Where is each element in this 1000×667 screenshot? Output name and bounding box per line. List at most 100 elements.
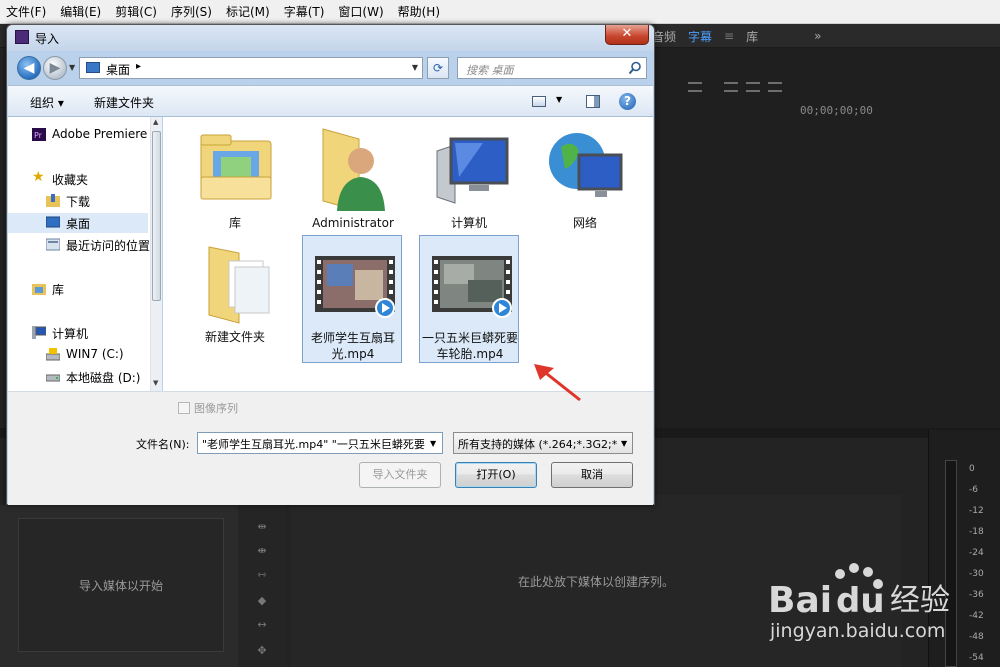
track-select-icon[interactable]: ⇹	[254, 521, 270, 533]
tab-menu-icon[interactable]: ≡	[724, 29, 734, 43]
title-tools	[660, 78, 1000, 126]
timeline-drop-hint: 在此处放下媒体以创建序列。	[517, 574, 674, 589]
image-sequence-label: 图像序列	[194, 402, 238, 415]
slide-icon[interactable]: ✥	[254, 645, 270, 657]
video-file-icon	[432, 256, 512, 318]
filename-dropdown-icon[interactable]: ▼	[430, 439, 436, 448]
import-media-dropzone[interactable]: 导入媒体以开始	[18, 518, 224, 652]
dialog-titlebar[interactable]: 导入 ✕	[7, 25, 654, 51]
scroll-up-icon[interactable]: ▲	[153, 118, 158, 126]
file-name: 一只五米巨蟒死要车轮胎.mp4	[422, 331, 519, 361]
nav-item-drive-d[interactable]: 本地磁盘 (D:)	[8, 367, 148, 387]
leading-icon[interactable]	[688, 82, 702, 92]
navigation-scrollbar[interactable]: ▲ ▼	[150, 117, 162, 391]
tools-panel: ⇹ ⇼ ⇿ ◆ ↔ ✥	[238, 505, 286, 667]
nav-item-downloads[interactable]: 下载	[8, 191, 148, 211]
address-dropdown-icon[interactable]: ▼	[412, 63, 418, 72]
file-name: 老师学生互扇耳光.mp4	[310, 331, 395, 361]
align-center-icon[interactable]	[746, 82, 760, 92]
address-bar[interactable]: 桌面 ▸ ▼	[79, 57, 423, 79]
red-arrow-annotation	[534, 364, 581, 402]
close-button[interactable]: ✕	[605, 25, 649, 45]
computer-icon	[32, 326, 46, 339]
nav-item-favorites[interactable]: ★ 收藏夹	[8, 169, 148, 189]
nav-item-adobe-premiere[interactable]: Pr Adobe Premiere	[8, 125, 148, 145]
change-view-icon[interactable]	[532, 96, 546, 107]
tab-overflow-icon[interactable]: »	[814, 29, 821, 43]
file-item-administrator[interactable]: Administrator	[303, 121, 403, 249]
timecode-display: 00;00;00;00	[800, 104, 873, 117]
import-folder-button[interactable]: 导入文件夹	[359, 462, 441, 488]
razor-icon[interactable]: ◆	[254, 595, 270, 607]
svg-text:du: du	[836, 581, 885, 620]
svg-text:Pr: Pr	[34, 131, 43, 140]
watermark-url: jingyan.baidu.com	[770, 620, 946, 642]
meter-tick: -18	[969, 527, 984, 537]
file-item-new-folder[interactable]: 新建文件夹	[185, 235, 285, 363]
search-icon[interactable]	[628, 61, 642, 75]
system-drive-icon	[46, 348, 60, 361]
file-name: Administrator	[312, 216, 394, 230]
new-folder-button[interactable]: 新建文件夹	[94, 94, 154, 111]
refresh-icon[interactable]: ⟳	[427, 57, 449, 79]
search-placeholder: 搜索 桌面	[466, 64, 514, 77]
scroll-down-icon[interactable]: ▼	[153, 379, 158, 387]
tab-titles[interactable]: 字幕	[688, 28, 712, 45]
organize-button[interactable]: 组织 ▾	[30, 94, 64, 111]
filename-input[interactable]: "老师学生互扇耳光.mp4" "一只五米巨蟒死要	[197, 432, 443, 454]
rate-stretch-icon[interactable]: ⇿	[254, 569, 270, 581]
panel-tabs: 音频 字幕 ≡ 库 »	[640, 24, 1000, 48]
history-dropdown-icon[interactable]: ▼	[69, 63, 75, 72]
menu-help[interactable]: 帮助(H)	[398, 3, 440, 20]
slip-icon[interactable]: ↔	[254, 619, 270, 631]
file-item-libraries[interactable]: 库	[185, 121, 285, 249]
user-folder-icon	[322, 128, 385, 211]
view-dropdown-icon[interactable]: ▼	[556, 95, 562, 104]
meter-tick: -54	[969, 653, 984, 663]
menu-sequence[interactable]: 序列(S)	[171, 3, 212, 20]
preview-pane-icon[interactable]	[586, 95, 600, 108]
filter-dropdown-icon[interactable]: ▼	[621, 439, 627, 448]
scrollbar-thumb[interactable]	[152, 131, 161, 301]
open-button[interactable]: 打开(O)	[455, 462, 537, 488]
menu-marker[interactable]: 标记(M)	[226, 3, 270, 20]
nav-item-recent-places[interactable]: 最近访问的位置	[8, 235, 150, 255]
meter-tick: -48	[969, 632, 984, 642]
ripple-edit-icon[interactable]: ⇼	[254, 545, 270, 557]
back-arrow-icon[interactable]: ◀	[17, 56, 41, 80]
tab-library[interactable]: 库	[746, 28, 758, 45]
nav-item-drive-c[interactable]: WIN7 (C:)	[8, 345, 148, 365]
menu-window[interactable]: 窗口(W)	[338, 3, 383, 20]
menu-clip[interactable]: 剪辑(C)	[115, 3, 157, 20]
align-left-icon[interactable]	[724, 82, 738, 92]
file-item-network[interactable]: 网络	[535, 121, 635, 249]
file-item-computer[interactable]: 计算机	[419, 121, 519, 249]
nav-item-computer[interactable]: 计算机	[8, 323, 148, 343]
help-icon[interactable]: ?	[619, 93, 636, 110]
align-right-icon[interactable]	[768, 82, 782, 92]
network-icon	[549, 133, 623, 197]
breadcrumb-chevron-icon[interactable]: ▸	[136, 61, 141, 72]
menubar: 文件(F) 编辑(E) 剪辑(C) 序列(S) 标记(M) 字幕(T) 窗口(W…	[0, 0, 1000, 24]
file-item-video-2[interactable]: 一只五米巨蟒死要车轮胎.mp4	[419, 235, 519, 363]
desktop-icon	[46, 216, 60, 228]
nav-item-desktop[interactable]: 桌面	[8, 213, 148, 233]
image-sequence-checkbox[interactable]	[178, 402, 190, 414]
meter-tick: -12	[969, 506, 984, 516]
file-item-video-1[interactable]: 老师学生互扇耳光.mp4	[302, 235, 402, 363]
menu-file[interactable]: 文件(F)	[6, 3, 46, 20]
file-list: 库 Administrator 计算机 网络 新建文件夹 老师学生互扇耳光.mp…	[163, 117, 653, 391]
tab-audio[interactable]: 音频	[652, 28, 676, 45]
library-folder-icon	[200, 134, 272, 200]
svg-text:经验: 经验	[890, 583, 950, 618]
search-input[interactable]: 搜索 桌面	[457, 57, 647, 79]
nav-item-libraries[interactable]: 库	[8, 279, 148, 299]
cancel-button[interactable]: 取消	[551, 462, 633, 488]
forward-arrow-icon[interactable]: ▶	[43, 56, 67, 80]
file-type-filter[interactable]: 所有支持的媒体 (*.264;*.3G2;*	[453, 432, 633, 454]
downloads-folder-icon	[46, 194, 60, 207]
menu-title[interactable]: 字幕(T)	[284, 3, 325, 20]
favorites-star-icon: ★	[32, 169, 45, 185]
address-segment-desktop[interactable]: 桌面	[106, 61, 130, 78]
menu-edit[interactable]: 编辑(E)	[60, 3, 101, 20]
